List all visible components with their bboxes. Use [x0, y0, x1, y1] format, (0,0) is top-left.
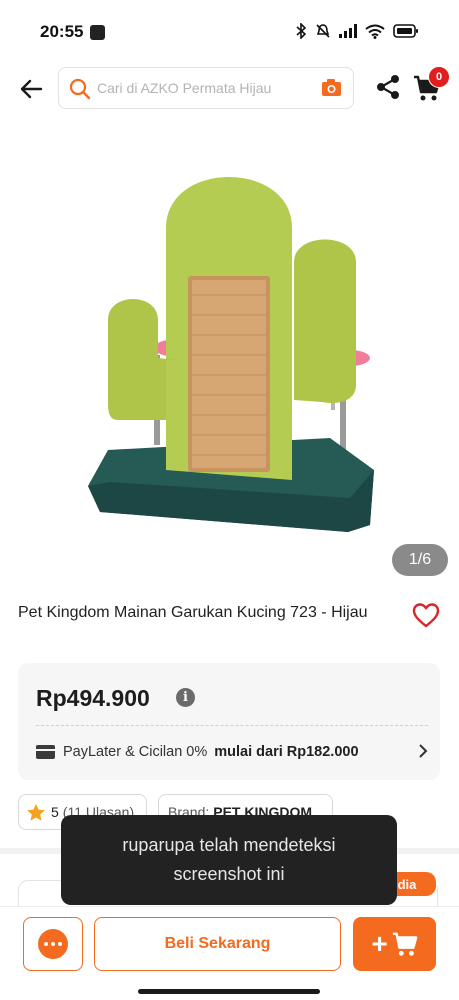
bluetooth-icon	[296, 23, 307, 39]
back-button[interactable]	[14, 72, 48, 106]
add-to-cart-button[interactable]: +	[353, 917, 436, 971]
star-icon	[27, 803, 45, 821]
back-arrow-icon	[20, 79, 43, 99]
chevron-right-icon	[419, 744, 428, 758]
status-bar: 20:55	[0, 0, 459, 62]
chat-button[interactable]	[23, 917, 83, 971]
heart-icon	[412, 603, 440, 628]
top-header: 0	[0, 62, 459, 116]
credit-card-icon	[36, 745, 55, 759]
search-icon	[69, 78, 91, 100]
notification-icon	[90, 25, 105, 40]
paylater-row[interactable]: PayLater & Cicilan 0% mulai dari Rp182.0…	[36, 741, 428, 763]
cart-count-badge: 0	[428, 66, 450, 88]
wishlist-button[interactable]	[412, 603, 440, 633]
rating-value: 5	[51, 804, 59, 820]
paylater-label: PayLater & Cicilan 0%	[63, 744, 208, 760]
product-price: Rp494.900	[36, 685, 150, 711]
product-image[interactable]	[0, 120, 459, 590]
image-counter: 1/6	[392, 544, 448, 576]
camera-icon[interactable]	[321, 78, 342, 97]
share-icon	[377, 75, 399, 99]
info-icon[interactable]: i	[176, 688, 195, 707]
screenshot-toast: ruparupa telah mendeteksi screenshot ini	[61, 815, 397, 905]
wifi-icon	[365, 24, 385, 39]
buy-now-button[interactable]: Beli Sekarang	[94, 917, 341, 971]
price-divider	[36, 725, 428, 726]
paylater-value: mulai dari Rp182.000	[214, 744, 359, 760]
mute-icon	[316, 24, 330, 38]
signal-icon	[339, 24, 357, 38]
search-input[interactable]	[97, 68, 317, 108]
battery-icon	[393, 24, 418, 38]
home-indicator[interactable]	[138, 989, 320, 994]
chat-icon	[38, 929, 68, 959]
search-box[interactable]	[58, 67, 354, 109]
product-title: Pet Kingdom Mainan Garukan Kucing 723 - …	[18, 604, 368, 621]
share-button[interactable]	[375, 74, 401, 105]
plus-label: +	[371, 928, 388, 959]
cart-icon	[392, 932, 418, 956]
status-time: 20:55	[40, 22, 84, 41]
bottom-action-bar: Beli Sekarang +	[0, 906, 459, 1000]
status-icons	[296, 23, 419, 39]
cat-scratcher-image	[88, 177, 374, 532]
price-card: Rp494.900 i PayLater & Cicilan 0% mulai …	[18, 663, 440, 780]
